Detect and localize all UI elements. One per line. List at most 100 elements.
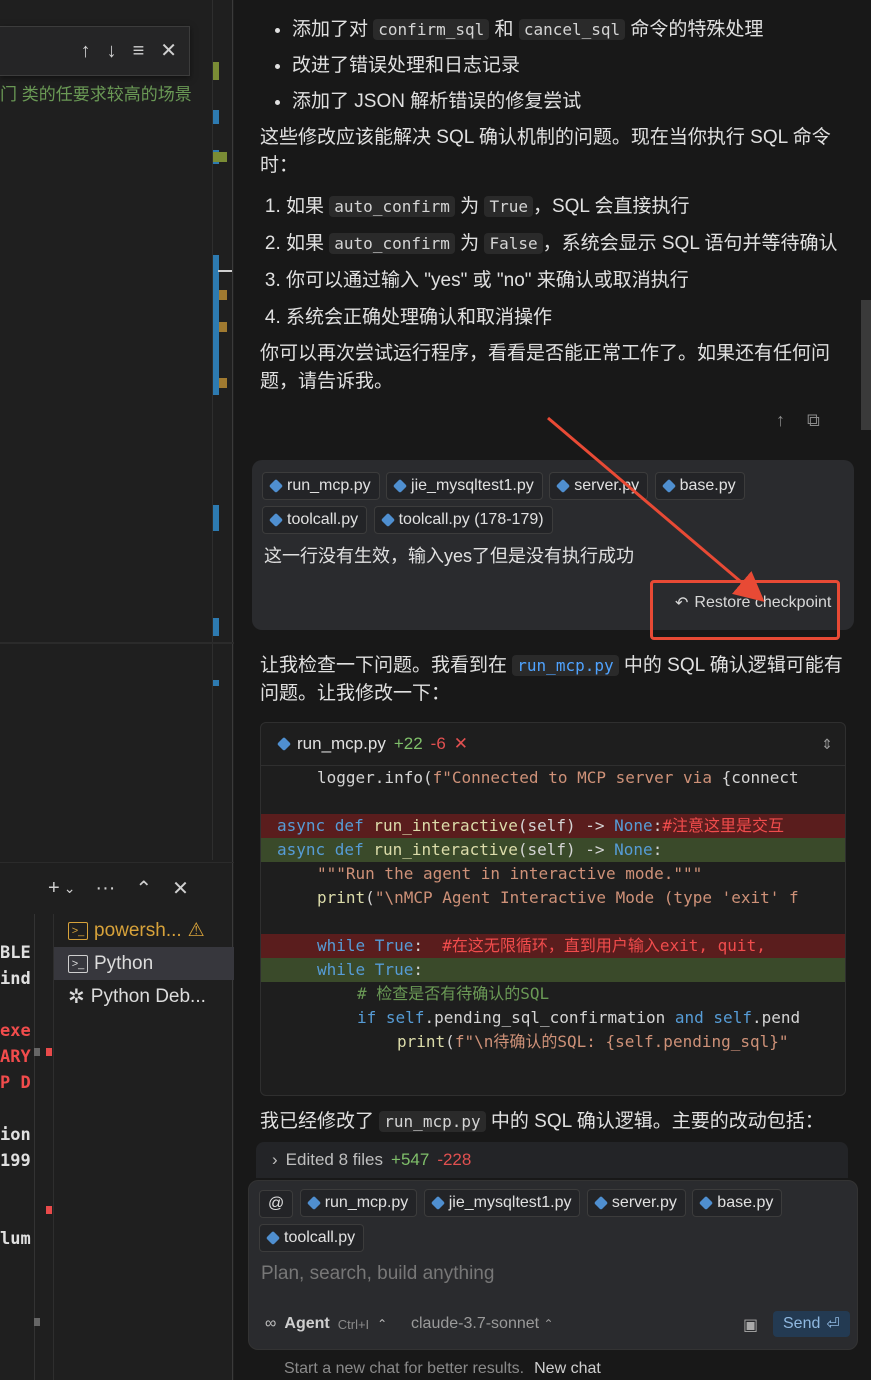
find-close-icon[interactable]: ✕ [160,41,177,61]
file-chip[interactable]: toolcall.py [262,506,368,534]
add-context-button[interactable]: @ [259,1190,294,1218]
file-chip[interactable]: run_mcp.py [299,1189,418,1217]
python-file-icon [306,1195,321,1211]
code-token: #注意这里是交互 [662,816,784,835]
chat-input[interactable]: Plan, search, build anything [261,1263,494,1285]
code-token: f"Connected to MCP server via [432,768,722,787]
terminal-item-python[interactable]: >_ Python [54,947,234,980]
gutter-mark [219,290,227,300]
paragraph: 你可以再次尝试运行程序，看看是否能正常工作了。如果还有任何问题，请告诉我。 [260,343,831,392]
code-token: logger.info( [317,768,433,787]
mode-selector[interactable]: ∞ Agent Ctrl+I ⌃ [265,1315,387,1333]
diff-file-name: run_mcp.py [297,734,386,753]
model-selector[interactable]: claude-3.7-sonnet ⌃ [411,1315,554,1333]
inline-code: run_mcp.py [379,1111,486,1132]
file-chip[interactable]: server.py [549,472,649,500]
code-token: # 检查是否有待确认的SQL [357,984,550,1003]
list-item: 添加了对 confirm_sql 和 cancel_sql 命令的特殊处理 [292,12,763,48]
find-previous-icon[interactable]: ↑ [81,41,91,61]
maximize-panel-icon[interactable]: ⌃ [135,876,152,901]
terminal-item-python-debug[interactable]: ✲ Python Deb... [54,980,234,1013]
find-next-icon[interactable]: ↓ [107,41,117,61]
reject-icon[interactable]: ✕ [454,734,468,754]
gutter-mark [213,152,227,162]
file-name: toolcall.py [287,511,359,528]
list-item: 改进了错误处理和日志记录 [292,48,763,84]
file-chip[interactable]: server.py [586,1189,686,1217]
python-file-icon [430,1195,445,1211]
file-name: toolcall.py [284,1229,356,1246]
inline-code: auto_confirm [329,233,455,254]
more-actions-icon[interactable]: ··· [95,877,115,900]
footer-text: Start a new chat for better results. [284,1360,525,1377]
code-token: ( [365,888,375,907]
code-token: (self) -> [517,816,615,835]
code-token: self [385,1008,425,1027]
file-chip[interactable]: base.py [654,472,745,500]
file-chip[interactable]: toolcall.py (178-179) [373,506,553,534]
lines-removed: -228 [437,1150,472,1169]
code-token: (self) -> [517,840,615,859]
python-file-icon [661,478,676,494]
terminal-item-powershell[interactable]: >_ powersh... ⚠ [54,914,234,947]
user-message-text: 这一行没有生效，输入yes了但是没有执行成功 [264,546,635,566]
code-token: while True [317,936,414,955]
diff-header[interactable]: run_mcp.py +22 -6 ✕ ⇕ [261,723,845,766]
text: 我已经修改了 [260,1111,380,1132]
mode-shortcut: Ctrl+I [337,1316,370,1332]
expand-collapse-icon[interactable]: ⇕ [821,736,833,753]
edited-files-bar[interactable]: › Edited 8 files +547 -228 [256,1142,848,1178]
list-item: 如果 auto_confirm 为 True，SQL 会直接执行 [286,188,837,225]
assistant-summary: 我已经修改了 run_mcp.py 中的 SQL 确认逻辑。主要的改动包括： [260,1108,850,1136]
code-token: f"\n待确认的SQL: {self.pending_sql}" [454,1032,789,1051]
lines-added: +22 [393,734,423,753]
gutter-mark [213,680,219,686]
file-link[interactable]: run_mcp.py [512,655,619,676]
new-terminal-icon[interactable]: + [48,877,60,900]
diff-line: while True: #在这无限循环，直到用户输入exit, quit, [261,934,845,958]
infinity-icon: ∞ [265,1315,277,1332]
copy-icon[interactable]: ⧉ [807,410,820,431]
file-chip[interactable]: base.py [692,1189,783,1217]
image-icon[interactable]: ▣ [743,1315,758,1335]
close-panel-icon[interactable]: ✕ [172,876,189,901]
list-item: 你可以通过输入 "yes" 或 "no" 来确认或取消执行 [286,262,837,299]
terminal-line: ARY [0,1047,31,1067]
gutter-mark [218,270,232,272]
new-chat-link[interactable]: New chat [534,1360,601,1377]
code-token: and [674,1008,714,1027]
mode-label: Agent [284,1315,330,1332]
terminal-error-mark [46,1048,52,1056]
file-chip[interactable]: toolcall.py [259,1224,365,1252]
file-name: server.py [611,1194,677,1211]
send-button[interactable]: Send ⏎ [773,1311,850,1337]
file-chip[interactable]: jie_mysqltest1.py [423,1189,581,1217]
file-chip[interactable]: jie_mysqltest1.py [386,472,543,500]
arrow-up-icon[interactable]: ↑ [776,410,785,431]
gutter-mark [213,505,219,531]
panel-divider [232,0,233,1380]
chat-scrollbar[interactable] [861,300,871,430]
inline-code: cancel_sql [518,19,626,40]
diff-line: print(f"\n待确认的SQL: {self.pending_sql}" [261,1030,845,1054]
message-actions: ↑ ⧉ [776,410,820,431]
editor-area: 门 类的任要求较高的场景 ↑ ↓ ≡ ✕ + ⌄ ··· ⌃ ✕ BLE ind e… [0,0,234,1380]
steps-list: 如果 auto_confirm 为 True，SQL 会直接执行 如果 auto… [262,188,837,336]
terminal-dropdown-icon[interactable]: ⌄ [64,880,76,897]
diff-line [261,910,845,934]
find-widget: ↑ ↓ ≡ ✕ [0,26,190,76]
context-files: run_mcp.py jie_mysqltest1.py server.py b… [262,472,852,540]
code-token: None [614,816,653,835]
find-menu-icon[interactable]: ≡ [133,41,145,61]
inline-code: auto_confirm [329,196,455,217]
code-token: async def [277,840,374,859]
terminal-label: Python [94,952,154,974]
code-token: """Run the agent in interactive mode.""" [317,864,703,883]
lines-removed: -6 [430,734,446,753]
terminal-scroll-mark [34,1318,40,1326]
code-token: #在这无限循环，直到用户输入exit, quit, [442,936,766,955]
code-token: .pending_sql_confirmation [424,1008,675,1027]
file-chip[interactable]: run_mcp.py [262,472,380,500]
